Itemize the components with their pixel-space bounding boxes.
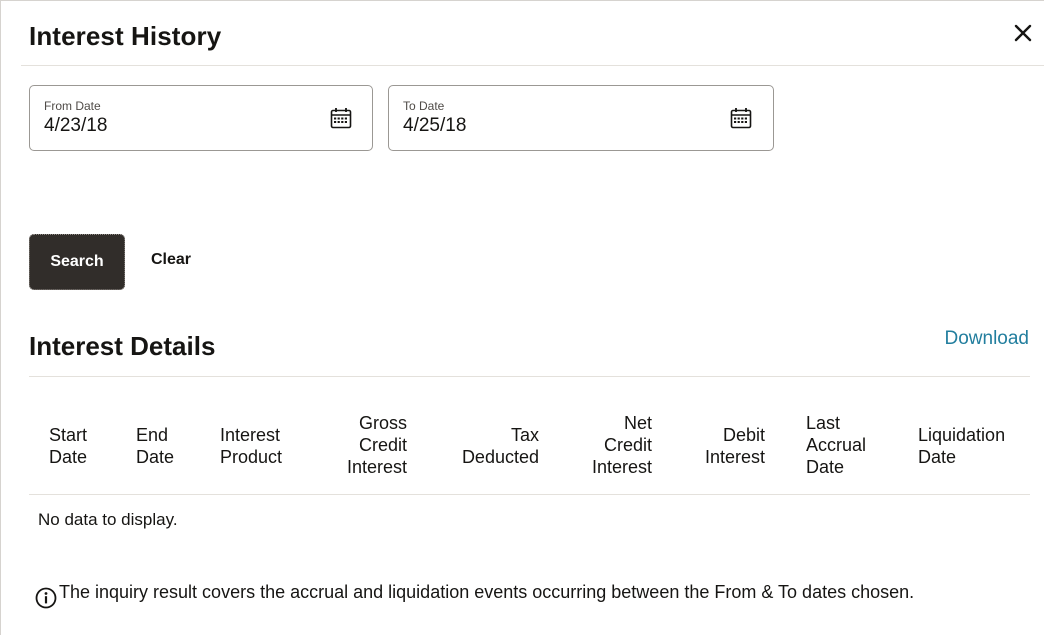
header-divider <box>21 65 1044 66</box>
column-header-tax-deducted[interactable]: Tax Deducted <box>443 424 539 468</box>
search-button[interactable]: Search <box>29 234 125 290</box>
calendar-icon[interactable] <box>329 106 353 130</box>
from-date-label: From Date <box>44 99 101 113</box>
table-header-divider <box>29 494 1030 495</box>
column-header-debit-interest[interactable]: Debit Interest <box>683 424 765 468</box>
column-header-end-date[interactable]: End Date <box>136 424 174 468</box>
column-header-interest-product[interactable]: Interest Product <box>220 424 282 468</box>
interest-history-dialog: Interest History From Date 4/23/18 To Da… <box>0 0 1044 635</box>
column-header-last-accrual-date[interactable]: Last Accrual Date <box>806 412 866 478</box>
column-header-liquidation-date[interactable]: Liquidation Date <box>918 424 1005 468</box>
from-date-value: 4/23/18 <box>44 115 108 136</box>
empty-table-message: No data to display. <box>38 510 178 529</box>
dialog-title: Interest History <box>29 21 222 51</box>
from-date-field[interactable]: From Date 4/23/18 <box>29 85 373 151</box>
column-header-net-credit-interest[interactable]: Net Credit Interest <box>568 412 652 478</box>
close-icon[interactable] <box>1009 19 1037 47</box>
to-date-label: To Date <box>403 99 445 113</box>
column-header-gross-credit-interest[interactable]: Gross Credit Interest <box>325 412 407 478</box>
clear-button[interactable]: Clear <box>151 251 191 269</box>
to-date-value: 4/25/18 <box>403 115 467 136</box>
section-divider <box>29 376 1030 377</box>
to-date-field[interactable]: To Date 4/25/18 <box>388 85 774 151</box>
info-icon <box>35 587 57 609</box>
calendar-icon[interactable] <box>729 106 753 130</box>
info-message: The inquiry result covers the accrual an… <box>59 582 915 602</box>
section-title: Interest Details <box>29 331 216 361</box>
download-link[interactable]: Download <box>945 328 1030 350</box>
column-header-start-date[interactable]: Start Date <box>49 424 87 468</box>
